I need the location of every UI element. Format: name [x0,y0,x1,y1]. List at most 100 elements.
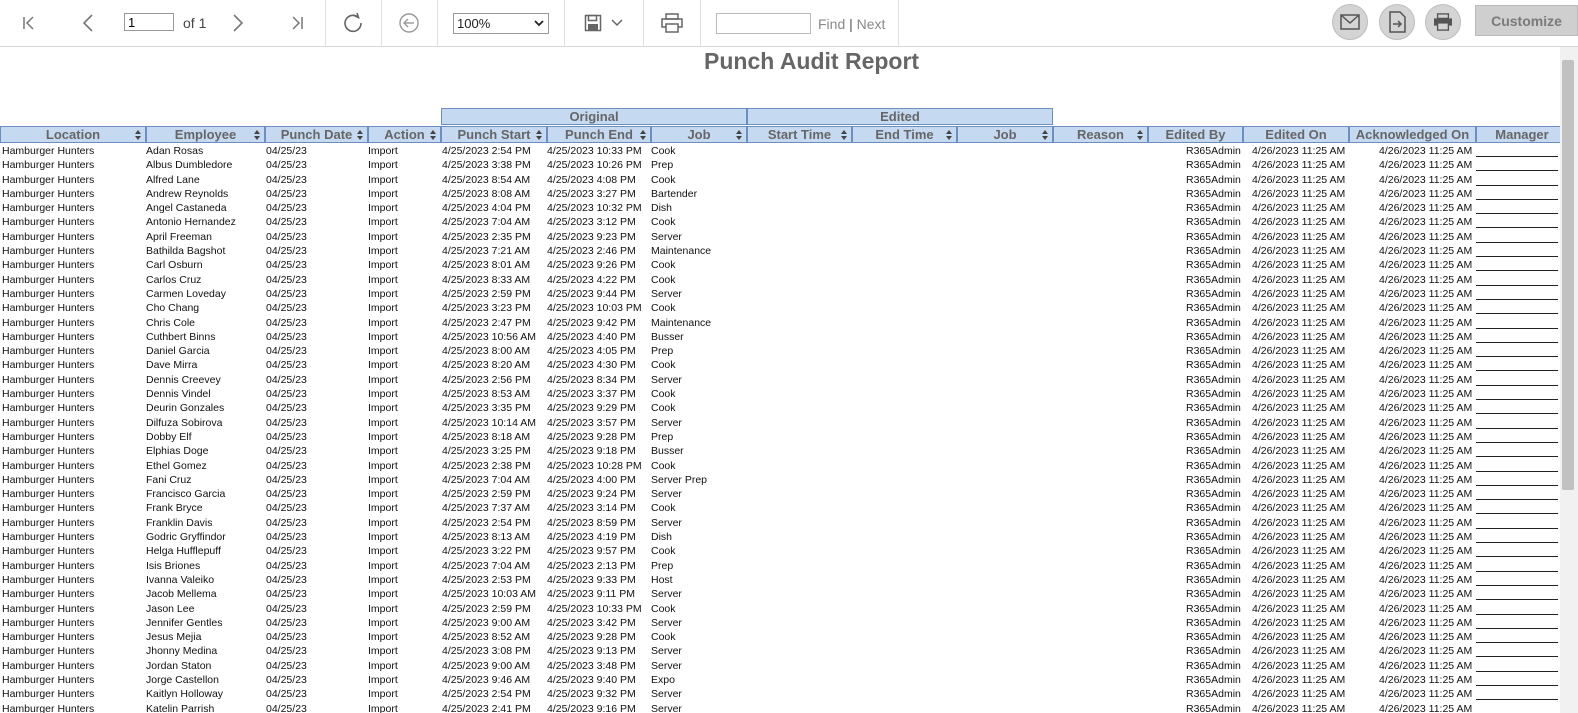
table-cell: Jorge Castellon [146,673,219,686]
column-header-start-time[interactable]: Start Time [747,126,852,143]
table-cell: Cook [651,602,676,615]
table-cell: R365Admin [1186,273,1241,286]
column-header-location[interactable]: Location [0,126,146,143]
save-icon[interactable] [583,0,603,46]
table-row: Hamburger Hunters Ivanna Valeiko 04/25/23 I… [0,573,1568,587]
table-row: Hamburger Hunters Dennis Creevey 04/25/23 I… [0,373,1568,387]
table-cell: 4/25/2023 9:28 PM [547,631,636,644]
customize-button[interactable]: Customize [1475,5,1578,36]
table-cell: 4/26/2023 11:25 AM [1379,330,1473,343]
sort-icon[interactable] [254,129,260,141]
manager-signature-line [1476,413,1558,415]
table-cell: 04/25/23 [266,602,307,615]
sort-icon[interactable] [536,129,542,141]
table-cell: 4/26/2023 11:25 AM [1379,173,1473,186]
table-cell: R365Admin [1186,502,1241,515]
scrollbar-thumb[interactable] [1562,60,1574,490]
next-page-icon[interactable] [224,0,252,46]
refresh-icon[interactable] [338,0,368,46]
table-cell: Hamburger Hunters [2,302,95,315]
next-link[interactable]: Next [857,16,886,32]
table-row: Hamburger Hunters Antonio Hernandez 04/25/… [0,215,1568,229]
column-header-edited-on[interactable]: Edited On [1243,126,1349,143]
table-cell: 4/25/2023 10:32 PM [547,202,642,215]
table-cell: 4/26/2023 11:25 AM [1252,502,1346,515]
table-cell: R365Admin [1186,545,1241,558]
chevron-down-icon[interactable] [610,0,624,46]
table-cell: R365Admin [1186,659,1241,672]
table-cell: 4/25/2023 2:59 PM [442,488,531,501]
table-cell: Import [368,573,398,586]
table-cell: 4/25/2023 3:22 PM [442,545,531,558]
column-header-manager[interactable]: Manager [1476,126,1568,143]
table-cell: Hamburger Hunters [2,259,95,272]
sort-icon[interactable] [946,129,952,141]
manager-signature-line [1476,441,1558,443]
last-page-icon[interactable] [282,0,312,46]
column-header-acknowledged-on[interactable]: Acknowledged On [1349,126,1476,143]
table-cell: 04/25/23 [266,216,307,229]
sort-icon[interactable] [736,129,742,141]
column-header-employee[interactable]: Employee [146,126,265,143]
toolbar-divider [325,0,326,46]
column-header-punch-date[interactable]: Punch Date [265,126,368,143]
table-row: Hamburger Hunters Carlos Cruz 04/25/23 Impo… [0,273,1568,287]
table-cell: Cook [651,173,676,186]
table-cell: 04/25/23 [266,359,307,372]
column-header-job[interactable]: Job [651,126,747,143]
table-cell: Hamburger Hunters [2,359,95,372]
export-button[interactable] [1379,4,1415,40]
column-header-punch-start[interactable]: Punch Start [441,126,547,143]
manager-signature-line [1476,542,1558,544]
table-cell: 04/25/23 [266,159,307,172]
manager-signature-line [1476,327,1558,329]
sort-icon[interactable] [357,129,363,141]
column-header-job[interactable]: Job [957,126,1053,143]
sort-icon[interactable] [640,129,646,141]
table-cell: 04/25/23 [266,345,307,358]
table-cell: 4/25/2023 3:27 PM [547,187,636,200]
table-cell: 4/25/2023 2:54 PM [442,516,531,529]
find-input[interactable] [716,13,811,34]
column-header-reason[interactable]: Reason [1053,126,1148,143]
sort-icon[interactable] [1137,129,1143,141]
column-header-label: Job [687,127,711,142]
print-button[interactable] [1425,4,1461,40]
first-page-icon[interactable] [14,0,44,46]
back-icon[interactable] [394,0,424,46]
find-link[interactable]: Find [818,16,845,32]
sort-icon[interactable] [1042,129,1048,141]
table-cell: 4/26/2023 11:25 AM [1252,416,1346,429]
sort-icon[interactable] [135,129,141,141]
zoom-select[interactable]: 100% [453,13,549,34]
toolbar-divider [700,0,701,46]
table-cell: Maintenance [651,245,712,258]
table-cell: Chris Cole [146,316,196,329]
page-number-input[interactable] [124,13,174,31]
table-cell: 4/26/2023 11:25 AM [1379,559,1473,572]
print-icon[interactable] [660,0,684,46]
table-cell: 4/25/2023 2:59 PM [442,287,531,300]
table-cell: Hamburger Hunters [2,602,95,615]
table-cell: 4/26/2023 11:25 AM [1252,631,1346,644]
column-header-edited-by[interactable]: Edited By [1148,126,1243,143]
table-cell: Import [368,559,398,572]
table-cell: 4/25/2023 10:03 PM [547,302,642,315]
column-header-action[interactable]: Action [368,126,441,143]
sort-icon[interactable] [841,129,847,141]
table-cell: 4/25/2023 8:52 AM [442,631,531,644]
table-cell: 4/25/2023 2:47 PM [442,316,531,329]
previous-page-icon[interactable] [74,0,102,46]
table-cell: R365Admin [1186,287,1241,300]
column-header-end-time[interactable]: End Time [852,126,957,143]
table-cell: R365Admin [1186,559,1241,572]
table-cell: 04/25/23 [266,645,307,658]
sort-icon[interactable] [430,129,436,141]
column-header-punch-end[interactable]: Punch End [547,126,651,143]
table-cell: 4/26/2023 11:25 AM [1252,273,1346,286]
table-row: Hamburger Hunters Andrew Reynolds 04/25/23… [0,187,1568,201]
table-cell: 04/25/23 [266,402,307,415]
table-cell: 4/26/2023 11:25 AM [1379,531,1473,544]
email-button[interactable] [1332,4,1368,40]
table-cell: Cook [651,259,676,272]
